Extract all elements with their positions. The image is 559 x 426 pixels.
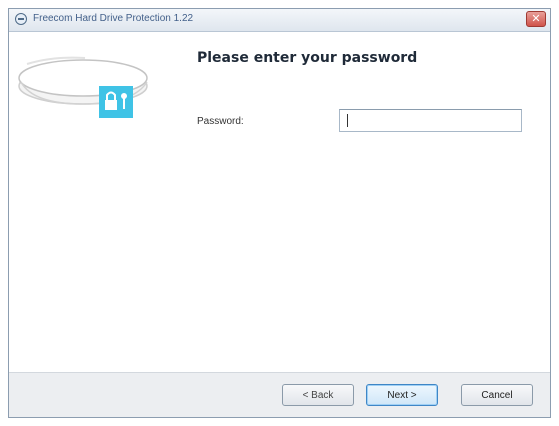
window-title: Freecom Hard Drive Protection 1.22 (33, 13, 194, 24)
app-icon (15, 13, 27, 25)
next-button[interactable]: Next > (366, 384, 438, 406)
password-field[interactable] (339, 109, 522, 132)
page-heading: Please enter your password (197, 50, 418, 66)
back-button[interactable]: < Back (282, 384, 354, 406)
close-button[interactable]: ✕ (526, 11, 546, 27)
text-caret (347, 114, 348, 127)
cancel-button[interactable]: Cancel (461, 384, 533, 406)
button-bar: < Back Next > Cancel (9, 372, 550, 417)
hard-drive-lock-icon (18, 56, 148, 118)
title-bar[interactable]: Freecom Hard Drive Protection 1.22 ✕ (9, 9, 550, 32)
dialog-window: Freecom Hard Drive Protection 1.22 ✕ Ple… (8, 8, 551, 418)
password-label: Password: (197, 116, 244, 127)
content-area: Please enter your password Password: (9, 32, 550, 373)
